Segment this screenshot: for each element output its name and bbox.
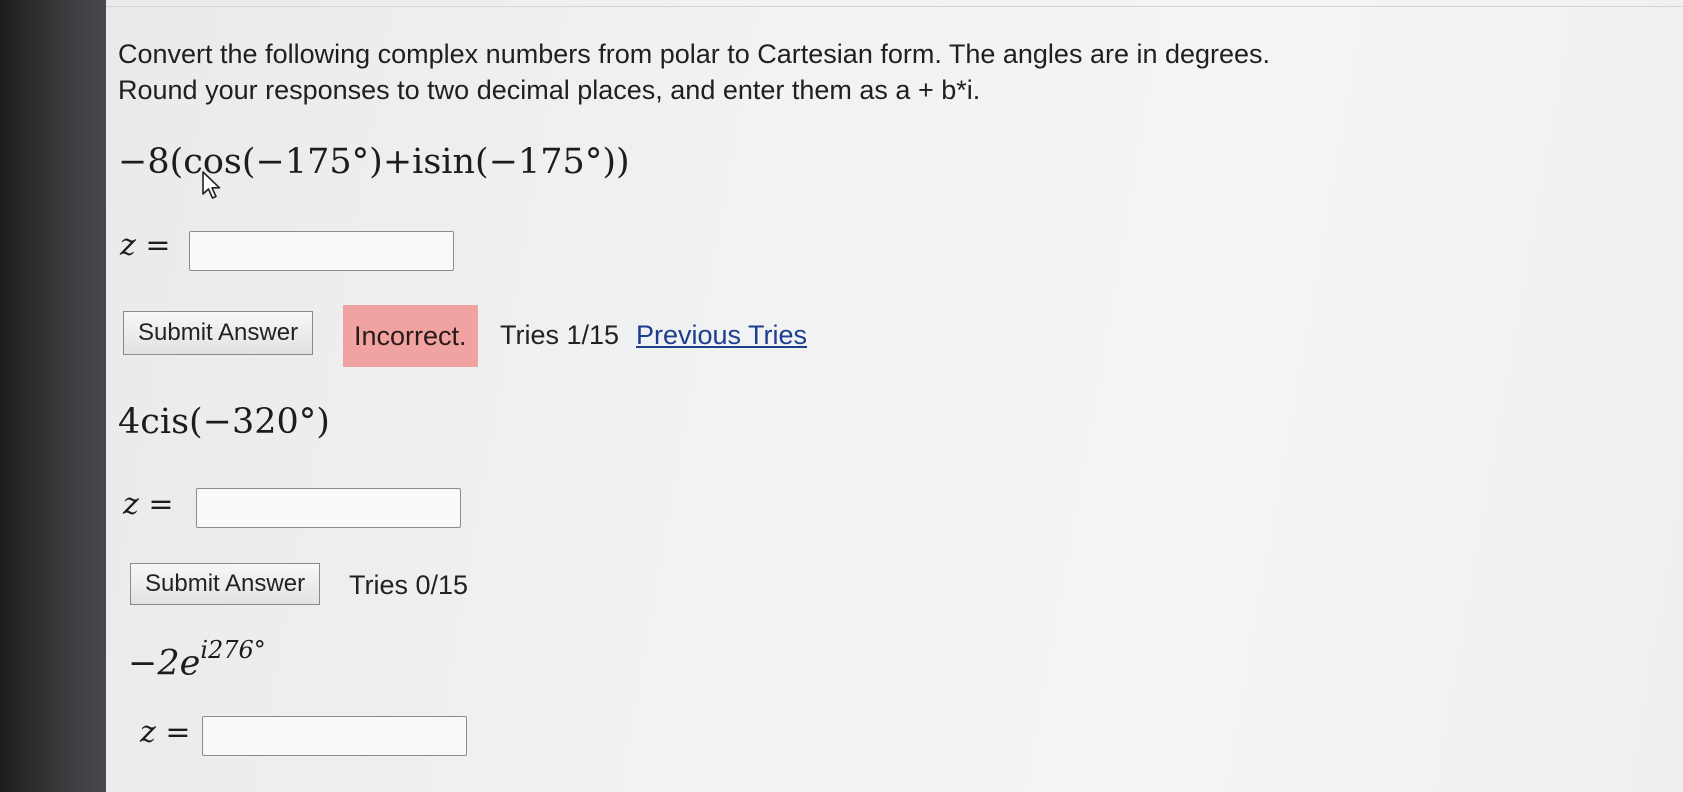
problem-1-expression: −8(cos(−175°)+isin(−175°)) — [118, 142, 630, 182]
problem-3-z-label: z = — [140, 715, 191, 750]
problem-2-submit-button[interactable]: Submit Answer — [130, 563, 321, 605]
monitor-bezel — [0, 0, 108, 792]
problem-2-expression: 4cis(−320°) — [118, 402, 330, 442]
problem-1-z-label: z = — [120, 228, 171, 263]
problem-2-answer-input[interactable] — [196, 488, 461, 528]
previous-tries-link[interactable]: Previous Tries — [636, 320, 807, 351]
instructions: Convert the following complex numbers fr… — [118, 36, 1618, 108]
problem-2-z-label: z = — [123, 487, 174, 522]
problem-1-submit-button[interactable]: Submit Answer — [123, 311, 314, 355]
problem-3-answer-input[interactable] — [202, 716, 467, 756]
problem-1-tries-count: Tries 1/15 — [500, 320, 620, 350]
problem-3-exponent: i276° — [200, 636, 266, 664]
problem-3-expression: −2ei276° — [128, 636, 266, 684]
problem-page: Convert the following complex numbers fr… — [106, 0, 1683, 792]
problem-1-incorrect-badge: Incorrect. — [343, 305, 478, 367]
problem-2-tries-count: Tries 0/15 — [349, 570, 469, 600]
instructions-line-1: Convert the following complex numbers fr… — [118, 39, 1271, 69]
problem-1-answer-input[interactable] — [189, 231, 454, 271]
problem-3-base: −2e — [128, 643, 201, 684]
top-divider — [106, 6, 1683, 7]
instructions-line-2: Round your responses to two decimal plac… — [118, 75, 981, 105]
mouse-pointer-icon — [202, 171, 221, 199]
